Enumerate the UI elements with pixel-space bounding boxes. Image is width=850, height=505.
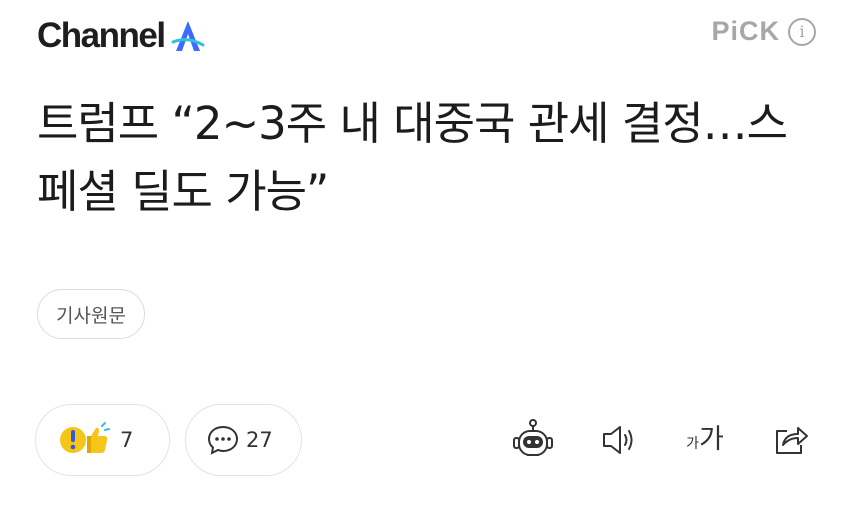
comment-icon <box>207 425 239 455</box>
article-toolbar: 가가 <box>510 408 814 472</box>
ai-bot-icon <box>513 419 553 456</box>
header: Channel PiCK i <box>0 0 850 80</box>
brand-mark-icon <box>171 21 205 51</box>
brand-name: Channel <box>37 16 166 55</box>
article-headline: 트럼프 “2~3주 내 대중국 관세 결정…스페셜 딜도 가능” <box>37 97 788 218</box>
reaction-count: 7 <box>120 428 134 452</box>
share-icon <box>776 427 808 454</box>
read-aloud-button[interactable] <box>596 417 642 463</box>
info-icon[interactable]: i <box>788 17 816 46</box>
speaker-icon <box>603 426 633 454</box>
font-size-large-label: 가 <box>699 424 724 455</box>
original-article-button[interactable]: 기사원문 <box>37 289 145 339</box>
pick-badge: PiCK i <box>711 16 816 47</box>
pick-label: PiCK <box>711 16 780 46</box>
reaction-button[interactable]: 7 <box>35 404 170 476</box>
font-size-button[interactable]: 가가 <box>682 417 728 463</box>
comment-button[interactable]: 27 <box>185 404 302 476</box>
comment-count: 27 <box>246 428 273 452</box>
reaction-icon <box>60 422 110 453</box>
brand-logo[interactable]: Channel <box>37 16 205 56</box>
ai-summary-button[interactable] <box>510 417 556 463</box>
share-button[interactable] <box>768 417 814 463</box>
font-size-small-label: 가 <box>686 436 700 452</box>
